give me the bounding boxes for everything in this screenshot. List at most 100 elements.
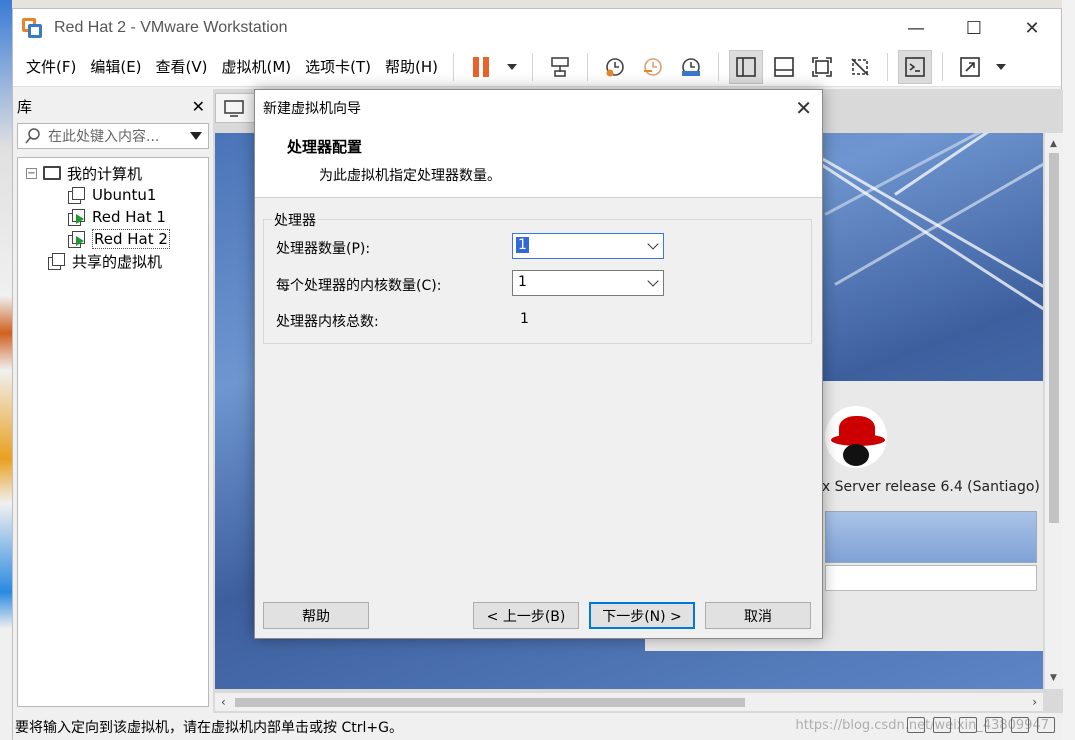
- maximize-button[interactable]: ☐: [945, 9, 1003, 47]
- tree-label: 我的计算机: [67, 164, 143, 183]
- status-text: 要将输入定向到该虚拟机，请在虚拟机内部单击或按 Ctrl+G。: [15, 720, 403, 736]
- tree-label: 共享的虚拟机: [72, 252, 163, 271]
- scroll-down-icon[interactable]: ▼: [1050, 673, 1057, 683]
- desktop-background-right: [1062, 0, 1075, 740]
- cores-per-processor-value: 1: [518, 274, 527, 290]
- menu-help[interactable]: 帮助(H): [378, 47, 445, 87]
- cores-per-processor-label: 每个处理器的内核数量(C):: [276, 278, 442, 294]
- library-pane: 库 ✕ 在此处键入内容... − 我的计算机 Ubuntu1 Red Hat 1: [13, 89, 213, 713]
- processor-count-select[interactable]: 1: [512, 233, 664, 259]
- menu-vm[interactable]: 虚拟机(M): [215, 47, 299, 87]
- library-search-input[interactable]: 在此处键入内容...: [17, 123, 209, 149]
- next-button[interactable]: 下一步(N) >: [589, 602, 695, 629]
- vm-icon: [68, 186, 86, 204]
- dialog-title: 新建虚拟机向导: [263, 101, 361, 117]
- snapshot-clock-icon: [606, 57, 624, 76]
- tree-item-vm[interactable]: Ubuntu1: [18, 184, 208, 206]
- horizontal-scrollbar[interactable]: ‹ ›: [215, 693, 1043, 711]
- toolbar-separator: [532, 52, 534, 81]
- close-library-icon[interactable]: ✕: [192, 97, 205, 116]
- scroll-thumb[interactable]: [235, 698, 745, 707]
- scroll-right-icon[interactable]: ›: [1032, 695, 1037, 709]
- vm-running-icon: [68, 208, 86, 226]
- console-view-button[interactable]: [898, 49, 933, 84]
- toolbar-separator: [718, 52, 720, 81]
- scroll-thumb[interactable]: [1049, 153, 1059, 523]
- snapshot-manager-icon: [682, 57, 701, 76]
- processor-group: 处理器 处理器数量(P): 1 每个处理器的内核数量(C): 1 处理器内核总数…: [263, 210, 812, 344]
- vm-tab[interactable]: [215, 93, 257, 123]
- scroll-up-icon[interactable]: ▲: [1050, 139, 1057, 149]
- close-window-button[interactable]: ✕: [1003, 9, 1061, 47]
- menu-file[interactable]: 文件(F): [19, 47, 83, 87]
- vertical-scrollbar[interactable]: ▲ ▼: [1045, 133, 1063, 689]
- cdrom-icon[interactable]: [933, 717, 951, 733]
- chevron-down-icon: [647, 275, 659, 287]
- tree-item-vm[interactable]: Red Hat 1: [18, 206, 208, 228]
- dialog-subheading: 为此虚拟机指定处理器数量。: [319, 168, 501, 184]
- background-streak: [834, 133, 1043, 286]
- sound-icon[interactable]: [1011, 717, 1029, 733]
- desktop-background: [0, 0, 1075, 8]
- dialog-header: 处理器配置 为此虚拟机指定处理器数量。: [255, 126, 822, 198]
- collapse-icon[interactable]: −: [26, 167, 37, 179]
- vm-running-icon: [68, 230, 86, 248]
- display-icon[interactable]: [1037, 717, 1055, 733]
- tree-label: Red Hat 2: [92, 229, 170, 249]
- hdd-icon[interactable]: [907, 717, 925, 733]
- new-vm-wizard-dialog: 新建虚拟机向导 ✕ 处理器配置 为此虚拟机指定处理器数量。 处理器 处理器数量(…: [254, 89, 823, 639]
- revert-snapshot-icon: [644, 57, 662, 76]
- vmware-app-icon: [22, 18, 42, 38]
- usb-icon[interactable]: [985, 717, 1003, 733]
- release-text: ux Server release 6.4 (Santiago): [813, 479, 1040, 495]
- desktop-taskbar-edge: [0, 0, 12, 740]
- cores-per-processor-select[interactable]: 1: [512, 270, 664, 296]
- login-header-bar: [825, 511, 1037, 563]
- menu-tabs[interactable]: 选项卡(T): [298, 47, 378, 87]
- menu-view[interactable]: 查看(V): [149, 47, 215, 87]
- tree-item-shared-vms[interactable]: 共享的虚拟机: [18, 250, 208, 272]
- minimize-button[interactable]: —: [887, 9, 945, 47]
- search-dropdown-icon[interactable]: [190, 132, 202, 140]
- title-bar[interactable]: Red Hat 2 - VMware Workstation — ☐ ✕: [13, 9, 1061, 47]
- group-title: 处理器: [272, 210, 318, 230]
- network-adapter-icon[interactable]: [959, 717, 977, 733]
- library-tree: − 我的计算机 Ubuntu1 Red Hat 1 Red Hat 2 共享的虚…: [17, 157, 209, 707]
- full-screen-button[interactable]: [805, 50, 839, 84]
- snapshot-manager-button[interactable]: [674, 50, 708, 84]
- menu-edit[interactable]: 编辑(E): [83, 47, 148, 87]
- send-ctrl-alt-del-button[interactable]: [543, 50, 577, 84]
- snapshot-button[interactable]: [598, 50, 632, 84]
- cancel-button[interactable]: 取消: [705, 602, 811, 629]
- login-input[interactable]: [825, 565, 1037, 591]
- revert-snapshot-button[interactable]: [636, 50, 670, 84]
- total-cores-label: 处理器内核总数:: [276, 314, 379, 330]
- help-button[interactable]: 帮助: [263, 602, 369, 629]
- processor-count-label: 处理器数量(P):: [276, 241, 371, 257]
- tree-item-my-computer[interactable]: − 我的计算机: [18, 162, 208, 184]
- stretch-guest-button[interactable]: [953, 50, 987, 84]
- scroll-left-icon[interactable]: ‹: [221, 695, 226, 709]
- pause-button[interactable]: [464, 50, 498, 84]
- search-icon: [25, 128, 40, 144]
- show-library-button[interactable]: [729, 49, 764, 84]
- unity-button[interactable]: [843, 50, 877, 84]
- toolbar-separator: [942, 52, 944, 81]
- unity-icon: [851, 57, 869, 76]
- dialog-title-bar[interactable]: 新建虚拟机向导 ✕: [255, 90, 822, 126]
- tree-item-vm-selected[interactable]: Red Hat 2: [18, 228, 208, 250]
- toolbar-separator: [587, 52, 589, 81]
- thumbnail-bar-button[interactable]: [767, 50, 801, 84]
- monitor-icon: [224, 100, 244, 117]
- menu-bar: 文件(F) 编辑(E) 查看(V) 虚拟机(M) 选项卡(T) 帮助(H): [13, 47, 1061, 87]
- library-panel-icon: [736, 56, 756, 77]
- chevron-down-icon: [996, 63, 1007, 70]
- chevron-down-icon: [507, 63, 518, 70]
- dialog-close-icon[interactable]: ✕: [795, 96, 812, 120]
- window-title: Red Hat 2 - VMware Workstation: [54, 19, 288, 36]
- back-button[interactable]: < 上一步(B): [473, 602, 579, 629]
- thumbnail-bar-icon: [774, 56, 794, 77]
- power-dropdown-button[interactable]: [502, 50, 522, 84]
- stretch-dropdown-button[interactable]: [991, 50, 1011, 84]
- total-cores-value: 1: [520, 311, 529, 327]
